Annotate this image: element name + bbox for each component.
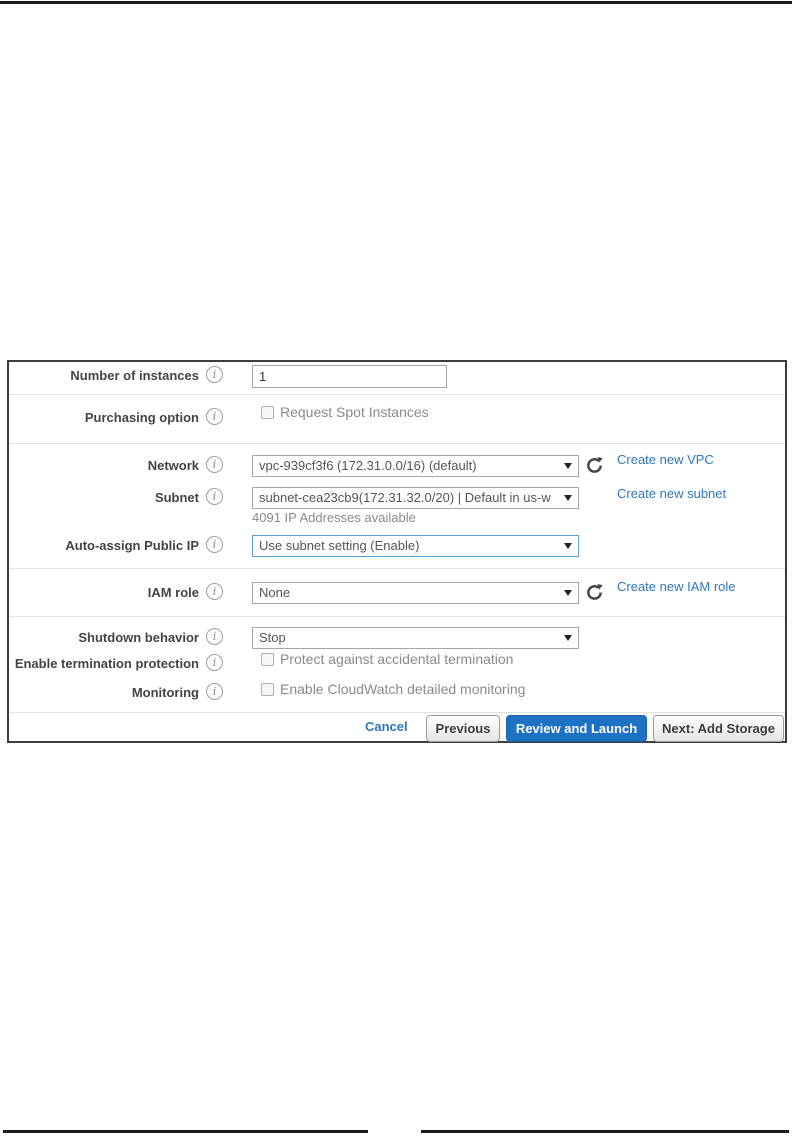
- spot-instances-checkbox-row: Request Spot Instances: [261, 404, 429, 420]
- request-spot-instances-checkbox[interactable]: [261, 405, 274, 419]
- info-icon[interactable]: i: [206, 583, 223, 600]
- subnet-select-value: subnet-cea23cb9(172.31.32.0/20) | Defaul…: [259, 490, 551, 505]
- create-new-iam-role-link[interactable]: Create new IAM role: [617, 579, 736, 594]
- network-select-value: vpc-939cf3f6 (172.31.0.0/16) (default): [259, 458, 477, 473]
- info-icon[interactable]: i: [206, 366, 223, 383]
- ip-addresses-available-note: 4091 IP Addresses available: [252, 510, 416, 525]
- divider: [9, 568, 785, 569]
- info-icon[interactable]: i: [206, 456, 223, 473]
- next-add-storage-button[interactable]: Next: Add Storage: [653, 715, 784, 742]
- network-label: Network: [147, 458, 199, 473]
- network-select[interactable]: vpc-939cf3f6 (172.31.0.0/16) (default): [252, 455, 579, 477]
- info-icon[interactable]: i: [206, 683, 223, 700]
- shutdown-behavior-select-value: Stop: [259, 630, 286, 645]
- subnet-select[interactable]: subnet-cea23cb9(172.31.32.0/20) | Defaul…: [252, 487, 579, 509]
- refresh-icon[interactable]: [585, 456, 604, 475]
- divider: [9, 394, 785, 395]
- info-icon[interactable]: i: [206, 536, 223, 553]
- info-icon[interactable]: i: [206, 408, 223, 425]
- iam-role-select[interactable]: None: [252, 582, 579, 604]
- protect-against-accidental-termination-checkbox[interactable]: [261, 652, 274, 666]
- chevron-down-icon: [564, 495, 572, 501]
- book-page: Number of instances i Purchasing option …: [0, 0, 792, 1142]
- chevron-down-icon: [564, 463, 572, 469]
- page-footer-rule-left: [3, 1130, 368, 1133]
- page-footer-rule-right: [421, 1130, 789, 1133]
- termination-protection-checkbox-row: Protect against accidental termination: [261, 651, 513, 667]
- divider: [9, 443, 785, 444]
- create-new-subnet-link[interactable]: Create new subnet: [617, 486, 726, 501]
- protect-against-accidental-termination-label: Protect against accidental termination: [280, 651, 514, 667]
- shutdown-behavior-select[interactable]: Stop: [252, 627, 579, 649]
- configure-instance-details-panel: Number of instances i Purchasing option …: [7, 360, 787, 743]
- review-and-launch-button[interactable]: Review and Launch: [506, 715, 647, 742]
- enable-cloudwatch-monitoring-checkbox[interactable]: [261, 682, 274, 696]
- info-icon[interactable]: i: [206, 654, 223, 671]
- cancel-link[interactable]: Cancel: [365, 719, 408, 734]
- number-of-instances-label: Number of instances: [70, 368, 199, 383]
- info-icon[interactable]: i: [206, 628, 223, 645]
- enable-cloudwatch-monitoring-label: Enable CloudWatch detailed monitoring: [280, 681, 526, 697]
- create-new-vpc-link[interactable]: Create new VPC: [617, 452, 714, 467]
- previous-button[interactable]: Previous: [426, 715, 500, 742]
- iam-role-label: IAM role: [147, 585, 199, 600]
- request-spot-instances-label: Request Spot Instances: [280, 404, 429, 420]
- auto-assign-public-ip-label: Auto-assign Public IP: [65, 538, 199, 553]
- monitoring-checkbox-row: Enable CloudWatch detailed monitoring: [261, 681, 525, 697]
- number-of-instances-input[interactable]: [252, 365, 447, 388]
- chevron-down-icon: [564, 543, 572, 549]
- refresh-icon[interactable]: [585, 583, 604, 602]
- divider: [9, 712, 785, 713]
- subnet-label: Subnet: [154, 490, 199, 505]
- info-icon[interactable]: i: [206, 488, 223, 505]
- page-header-rule: [0, 1, 792, 4]
- chevron-down-icon: [564, 590, 572, 596]
- auto-assign-public-ip-select-value: Use subnet setting (Enable): [259, 538, 420, 553]
- shutdown-behavior-label: Shutdown behavior: [78, 630, 199, 645]
- termination-protection-label: Enable termination protection: [14, 656, 199, 671]
- monitoring-label: Monitoring: [131, 685, 199, 700]
- auto-assign-public-ip-select[interactable]: Use subnet setting (Enable): [252, 535, 579, 557]
- divider: [9, 616, 785, 617]
- purchasing-option-label: Purchasing option: [84, 410, 199, 425]
- chevron-down-icon: [564, 635, 572, 641]
- iam-role-select-value: None: [259, 585, 291, 600]
